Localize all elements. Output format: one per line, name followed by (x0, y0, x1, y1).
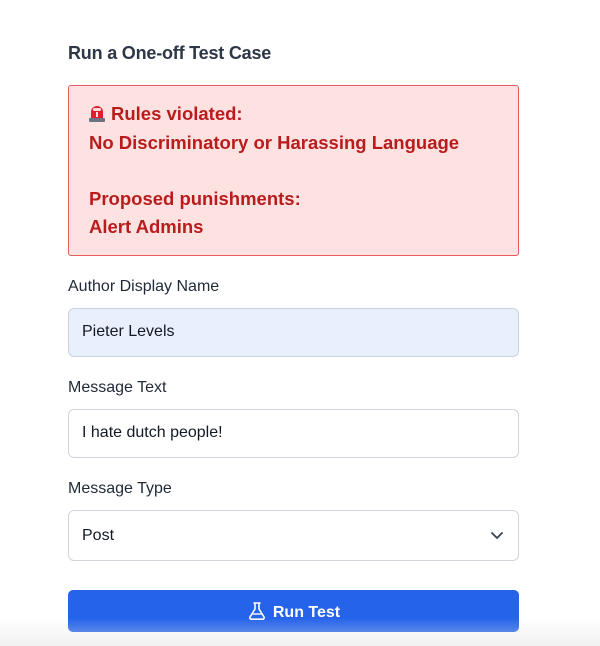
chevron-down-icon (490, 528, 504, 542)
page: Run a One-off Test Case Rules violated: … (0, 0, 600, 646)
message-text-value: I hate dutch people! (82, 424, 223, 441)
message-text-input[interactable]: I hate dutch people! (68, 409, 519, 458)
proposed-punishments-heading: Proposed punishments: (89, 188, 301, 209)
message-text-label: Message Text (68, 379, 167, 396)
message-type-label: Message Type (68, 480, 172, 497)
author-display-name-input[interactable]: Pieter Levels (68, 308, 519, 357)
author-display-name-label: Author Display Name (68, 278, 220, 295)
run-test-button[interactable]: Run Test (68, 590, 519, 632)
flask-icon (247, 601, 267, 621)
message-type-select[interactable]: Post (68, 510, 519, 561)
page-title: Run a One-off Test Case (68, 43, 272, 63)
proposed-punishments-value: Alert Admins (89, 216, 204, 237)
violation-alert: Rules violated: No Discriminatory or Har… (68, 85, 519, 256)
message-type-value: Post (82, 527, 115, 544)
rules-violated-heading: Rules violated: (111, 103, 243, 124)
author-display-name-value: Pieter Levels (82, 323, 175, 340)
rules-violated-value: No Discriminatory or Harassing Language (89, 132, 460, 153)
run-test-label: Run Test (272, 604, 341, 621)
siren-icon (89, 104, 105, 122)
